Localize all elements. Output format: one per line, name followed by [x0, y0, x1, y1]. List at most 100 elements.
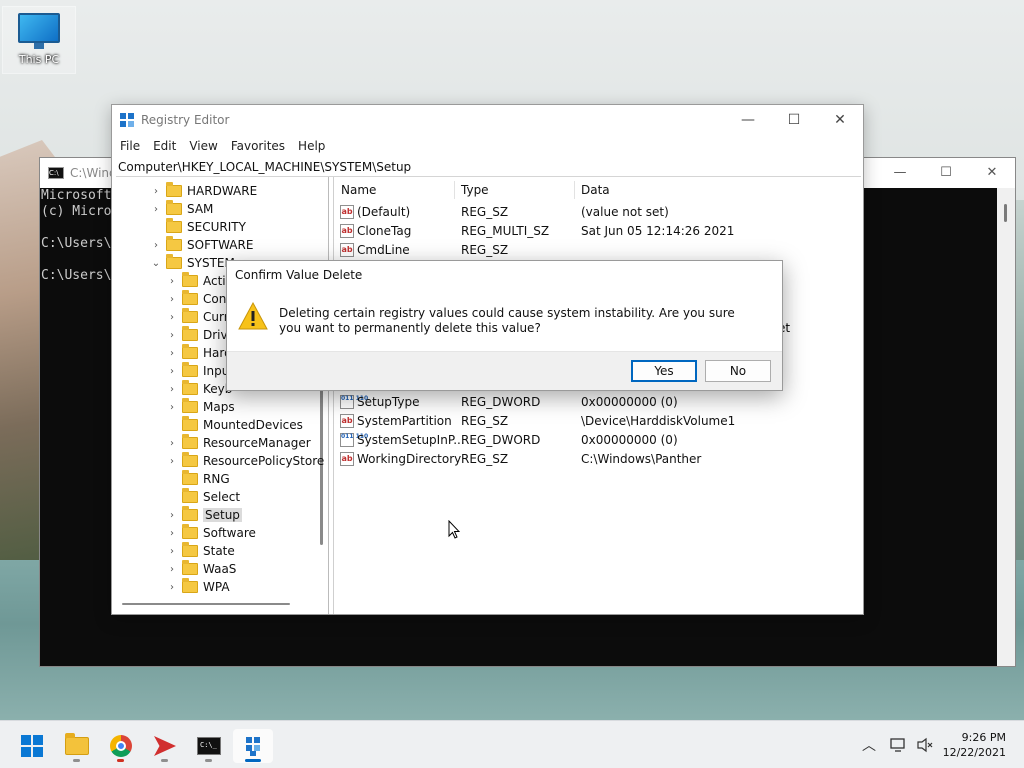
chevron-right-icon[interactable]: ›: [165, 330, 179, 341]
registry-editor-icon: [120, 113, 134, 127]
chevron-down-icon[interactable]: ⌄: [149, 258, 163, 269]
confirm-delete-dialog[interactable]: Confirm Value Delete Deleting certain re…: [226, 260, 783, 391]
close-icon[interactable]: ✕: [969, 158, 1015, 188]
tree-item[interactable]: › State: [165, 542, 235, 560]
tree-item[interactable]: › ResourcePolicyStore: [165, 452, 324, 470]
speaker-muted-icon: [917, 737, 933, 753]
tree-item[interactable]: › WaaS: [165, 560, 236, 578]
menu-favorites[interactable]: Favorites: [231, 139, 285, 153]
tree-item-label: WaaS: [203, 562, 237, 576]
chevron-right-icon[interactable]: ›: [165, 384, 179, 395]
folder-icon: [182, 272, 198, 287]
value-row[interactable]: ab WorkingDirectory REG_SZ C:\Windows\Panth…: [334, 450, 863, 469]
column-name[interactable]: Name: [341, 183, 376, 197]
desktop-icon-this-pc[interactable]: This PC: [2, 6, 76, 74]
value-type: REG_MULTI_SZ: [461, 224, 550, 238]
chevron-right-icon[interactable]: ›: [149, 204, 163, 215]
chevron-right-icon[interactable]: ›: [165, 348, 179, 359]
taskbar-chrome[interactable]: [101, 729, 141, 763]
show-hidden-icons-button[interactable]: ︿: [862, 721, 876, 768]
tree-item[interactable]: › Software: [165, 524, 256, 542]
tree-item-label: State: [203, 544, 235, 558]
column-type[interactable]: Type: [461, 183, 489, 197]
values-list[interactable]: Name Type Data et ab (Default) REG_SZ (valu…: [333, 177, 863, 614]
tree-item[interactable]: › Hard: [165, 344, 232, 362]
taskbar-clock[interactable]: 9:26 PM 12/22/2021: [943, 730, 1006, 760]
tree-item[interactable]: › ResourceManager: [165, 434, 311, 452]
folder-icon: [166, 200, 182, 215]
menu-view[interactable]: View: [189, 139, 217, 153]
value-data: (value not set): [581, 205, 669, 219]
chevron-right-icon[interactable]: ›: [149, 240, 163, 251]
chevron-right-icon[interactable]: ›: [165, 402, 179, 413]
tree-item[interactable]: ⌄ SYSTEM: [149, 254, 235, 272]
menu-help[interactable]: Help: [298, 139, 325, 153]
maximize-icon[interactable]: ☐: [923, 158, 969, 188]
value-row[interactable]: 011 110 SystemSetupInP... REG_DWORD 0x00000…: [334, 431, 863, 450]
tree-item[interactable]: › Setup: [165, 506, 242, 524]
value-row[interactable]: 011 110 SetupType REG_DWORD 0x00000000 (0): [334, 393, 863, 412]
close-icon[interactable]: ✕: [817, 105, 863, 135]
address-bar[interactable]: Computer\HKEY_LOCAL_MACHINE\SYSTEM\Setup: [116, 157, 861, 177]
value-type: REG_SZ: [461, 414, 509, 428]
folder-icon: [182, 488, 198, 503]
chevron-right-icon[interactable]: ›: [165, 582, 179, 593]
chevron-right-icon[interactable]: ›: [165, 312, 179, 323]
tree-item[interactable]: SECURITY: [149, 218, 246, 236]
value-name: WorkingDirectory: [357, 452, 462, 466]
value-row[interactable]: ab SystemPartition REG_SZ \Device\HarddiskV…: [334, 412, 863, 431]
tree-item[interactable]: › SAM: [149, 200, 213, 218]
folder-icon: [182, 326, 198, 341]
tree-item[interactable]: › Drive: [165, 326, 235, 344]
chevron-right-icon[interactable]: ›: [149, 186, 163, 197]
tree-item[interactable]: › Curr: [165, 308, 229, 326]
volume-status[interactable]: [916, 721, 934, 768]
tree-item[interactable]: RNG: [165, 470, 230, 488]
chevron-right-icon[interactable]: ›: [165, 564, 179, 575]
value-row[interactable]: ab CloneTag REG_MULTI_SZ Sat Jun 05 12:14:2…: [334, 222, 863, 241]
taskbar-terminal[interactable]: C:\_: [189, 729, 229, 763]
tree-item-label: WPA: [203, 580, 230, 594]
minimize-icon[interactable]: —: [877, 158, 923, 188]
value-row[interactable]: ab (Default) REG_SZ (value not set): [334, 203, 863, 222]
yes-button[interactable]: Yes: [631, 360, 697, 382]
tree-item-label: SECURITY: [187, 220, 246, 234]
console-scrollbar[interactable]: [997, 188, 1015, 666]
value-row[interactable]: ab CmdLine REG_SZ: [334, 241, 863, 260]
key-tree[interactable]: › HARDWARE › SAM SECURITY › SOFTWARE ⌄ SYSTEM › Ac…: [112, 177, 329, 614]
tree-horizontal-scrollbar[interactable]: [112, 597, 316, 611]
chevron-right-icon[interactable]: ›: [165, 294, 179, 305]
chevron-right-icon[interactable]: ›: [165, 276, 179, 287]
tree-item[interactable]: MountedDevices: [165, 416, 303, 434]
taskbar-send-app[interactable]: [145, 729, 185, 763]
maximize-icon[interactable]: ☐: [771, 105, 817, 135]
chevron-right-icon[interactable]: ›: [165, 546, 179, 557]
network-status[interactable]: [890, 721, 908, 768]
chevron-right-icon[interactable]: ›: [165, 456, 179, 467]
taskbar-file-explorer[interactable]: [57, 729, 97, 763]
taskbar-registry-editor[interactable]: [233, 729, 273, 763]
chevron-right-icon[interactable]: ›: [165, 528, 179, 539]
tree-item[interactable]: › Inpu: [165, 362, 229, 380]
value-name: (Default): [357, 205, 411, 219]
no-button[interactable]: No: [705, 360, 771, 382]
list-header: Name Type Data: [334, 179, 863, 201]
tree-item[interactable]: › Keyb: [165, 380, 232, 398]
column-data[interactable]: Data: [581, 183, 610, 197]
minimize-icon[interactable]: —: [725, 105, 771, 135]
chevron-right-icon[interactable]: ›: [165, 438, 179, 449]
tree-item[interactable]: › Maps: [165, 398, 235, 416]
chevron-right-icon[interactable]: ›: [165, 366, 179, 377]
regedit-titlebar[interactable]: Registry Editor — ☐ ✕: [112, 105, 863, 135]
tree-item[interactable]: Select: [165, 488, 240, 506]
start-button[interactable]: [12, 729, 52, 763]
tree-item[interactable]: › WPA: [165, 578, 230, 596]
tree-item[interactable]: › HARDWARE: [149, 182, 257, 200]
menu-file[interactable]: File: [120, 139, 140, 153]
tree-item[interactable]: › Cont: [165, 290, 231, 308]
menu-edit[interactable]: Edit: [153, 139, 176, 153]
tree-item[interactable]: › Activ: [165, 272, 233, 290]
chevron-right-icon[interactable]: ›: [165, 510, 179, 521]
value-name: SetupType: [357, 395, 420, 409]
tree-item[interactable]: › SOFTWARE: [149, 236, 253, 254]
